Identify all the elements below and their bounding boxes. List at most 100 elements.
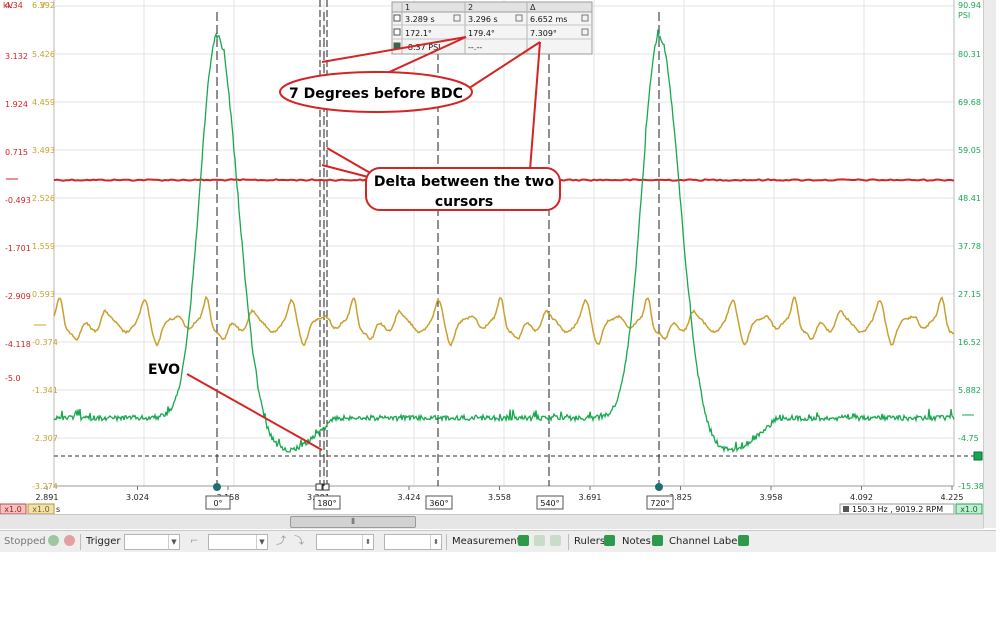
table-header-1: 1 [405, 3, 410, 12]
axis-x-tick: 3.958 [760, 493, 783, 502]
stepper-icon: ⬍ [430, 535, 441, 549]
toolbar-separator [568, 534, 569, 550]
axis-red-tick: 0.715 [5, 148, 28, 157]
left-axes: kV V4.343.1321.9240.715-0.493-1.701-2.909… [3, 1, 58, 491]
axis-red-tick: -1.701 [5, 244, 31, 253]
horizontal-scrollbar[interactable]: ⦀ [0, 514, 984, 529]
svg-text:150.3 Hz , 9019.2 RPM: 150.3 Hz , 9019.2 RPM [852, 505, 943, 514]
table-cell: 172.1° [405, 29, 432, 38]
toolbar-separator [80, 534, 81, 550]
measurement-table[interactable]: 1 2 Δ 3.289 s 3.296 s 6.652 ms 172.1° 17… [391, 1, 593, 55]
axis-green-tick: 69.68 [958, 98, 981, 107]
notes-button[interactable] [652, 535, 663, 549]
axis-x-tick: 3.558 [488, 493, 511, 502]
ruler-icon [604, 535, 615, 546]
trigger-level-field[interactable]: ⬍ [316, 534, 374, 550]
ruler-marker[interactable] [213, 483, 221, 491]
ruler-marker[interactable] [655, 483, 663, 491]
svg-text:360°: 360° [429, 499, 448, 508]
ruler-label: 720° [646, 495, 674, 510]
axis-yellow-tick: 2.526 [32, 194, 55, 203]
rulers-label: Rulers [574, 536, 606, 547]
axis-red-tick: -4.118 [5, 340, 31, 349]
channel-chip-left1[interactable]: x1.0 [0, 503, 27, 514]
axis-green-tick: -4.75 [958, 434, 979, 443]
axis-green-tick: 80.31 [958, 50, 981, 59]
channel-chip-right[interactable]: x1.0 [955, 503, 983, 514]
annotation-degrees: 7 Degrees before BDC [289, 86, 463, 102]
frequency-readout: 150.3 Hz , 9019.2 RPM [839, 503, 955, 514]
add-measurement-button[interactable] [518, 535, 529, 549]
axis-yellow-tick: -2.307 [32, 434, 58, 443]
stop-icon [64, 535, 75, 546]
axis-yellow-tick: -1.341 [32, 386, 58, 395]
svg-text:x1.0: x1.0 [960, 505, 977, 514]
edit-measurement-button[interactable] [534, 535, 545, 549]
channel-chip-left2[interactable]: x1.0 [27, 503, 55, 514]
table-cell: 3.289 s [405, 15, 435, 24]
rulers-button[interactable] [604, 535, 615, 549]
channel-labels-label: Channel Labels [669, 536, 746, 547]
horizontal-scroll-thumb[interactable]: ⦀ [290, 516, 416, 528]
axis-green-tick: 48.41 [958, 194, 981, 203]
scope-window: kV V 4.34 3.132 1.924 0.715 -0.493 -1.701 -2.909… [0, 0, 996, 552]
axis-green-tick: 90.94 [958, 1, 981, 10]
table-row-icon[interactable] [393, 28, 401, 36]
axis-green-tick: -15.38 [958, 482, 984, 491]
cursor-horizontal-handle[interactable] [973, 451, 983, 461]
minus-icon [550, 535, 561, 546]
axis-red-tick: 1.924 [5, 100, 28, 109]
axis-x-tick: 2.891 [36, 493, 59, 502]
axis-yellow-tick: -3.274 [32, 482, 58, 491]
trigger-mode-dropdown[interactable]: ▼ [124, 534, 180, 550]
table-row-icon[interactable] [393, 14, 401, 22]
trigger-channel-icon: ⌐ [190, 536, 199, 547]
chevron-down-icon: ▼ [256, 535, 267, 549]
notes-icon [652, 535, 663, 546]
axis-x-tick: 4.092 [850, 493, 873, 502]
delete-measurement-button[interactable] [550, 535, 561, 549]
axis-yellow-tick: 4.459 [32, 98, 55, 107]
notes-label: Notes [622, 536, 651, 547]
svg-text:x1.0: x1.0 [4, 505, 21, 514]
run-button[interactable] [48, 535, 59, 549]
axis-green-tick: 37.78 [958, 242, 981, 251]
toolbar-separator [446, 534, 447, 550]
stop-button[interactable] [64, 535, 75, 549]
rising-edge-icon[interactable]: ⤴ [276, 535, 286, 549]
falling-edge-icon[interactable]: ⤵ [294, 535, 304, 549]
vertical-scrollbar[interactable] [983, 0, 996, 528]
bottom-toolbar: Stopped Trigger ▼ ⌐ ▼ ⤴ ⤵ ⬍ ⬍ Measuremen… [0, 530, 996, 552]
right-axis: PSI90.94 80.31 69.68 59.05 48.41 37.78 27.15 16… [958, 1, 984, 491]
svg-text:720°: 720° [650, 499, 669, 508]
scope-plot[interactable]: kV V4.343.1321.9240.715-0.493-1.701-2.909… [0, 0, 996, 514]
cursor-1-handle[interactable] [315, 483, 323, 491]
axis-yellow-tick: 3.493 [32, 146, 55, 155]
ruler-label: 180° [313, 495, 341, 510]
axis-yellow-tick: 0.593 [32, 290, 55, 299]
axis-red-tick: 4.34 [5, 1, 23, 10]
table-cell: 179.4° [468, 29, 495, 38]
table-header-delta: Δ [530, 3, 536, 12]
channel-labels-button[interactable] [738, 535, 749, 549]
axis-x-tick: 4.225 [941, 493, 964, 502]
table-cell: --.-- [468, 43, 482, 52]
time-axis: 2.8913.0243.1583.2913.4243.5583.6913.825… [36, 485, 964, 514]
axis-yellow-tick: 1.559 [32, 242, 55, 251]
status-label: Stopped [4, 536, 46, 547]
chevron-down-icon: ▼ [168, 535, 179, 549]
frequency-icon [843, 506, 849, 512]
axis-x-tick: 3.024 [126, 493, 149, 502]
axis-green-tick: 27.15 [958, 290, 981, 299]
axis-yellow-tick: 6.392 [32, 1, 55, 10]
axis-red-tick: -5.0 [5, 374, 21, 383]
axis-yellow-tick: 5.426 [32, 50, 55, 59]
plus-icon [518, 535, 529, 546]
trigger-label: Trigger [86, 536, 121, 547]
axis-green-tick: 59.05 [958, 146, 981, 155]
axis-red-tick: -2.909 [5, 292, 31, 301]
trigger-channel-dropdown[interactable]: ▼ [208, 534, 268, 550]
pre-trigger-field[interactable]: ⬍ [384, 534, 442, 550]
table-cell: 3.296 s [468, 15, 498, 24]
label-icon [738, 535, 749, 546]
